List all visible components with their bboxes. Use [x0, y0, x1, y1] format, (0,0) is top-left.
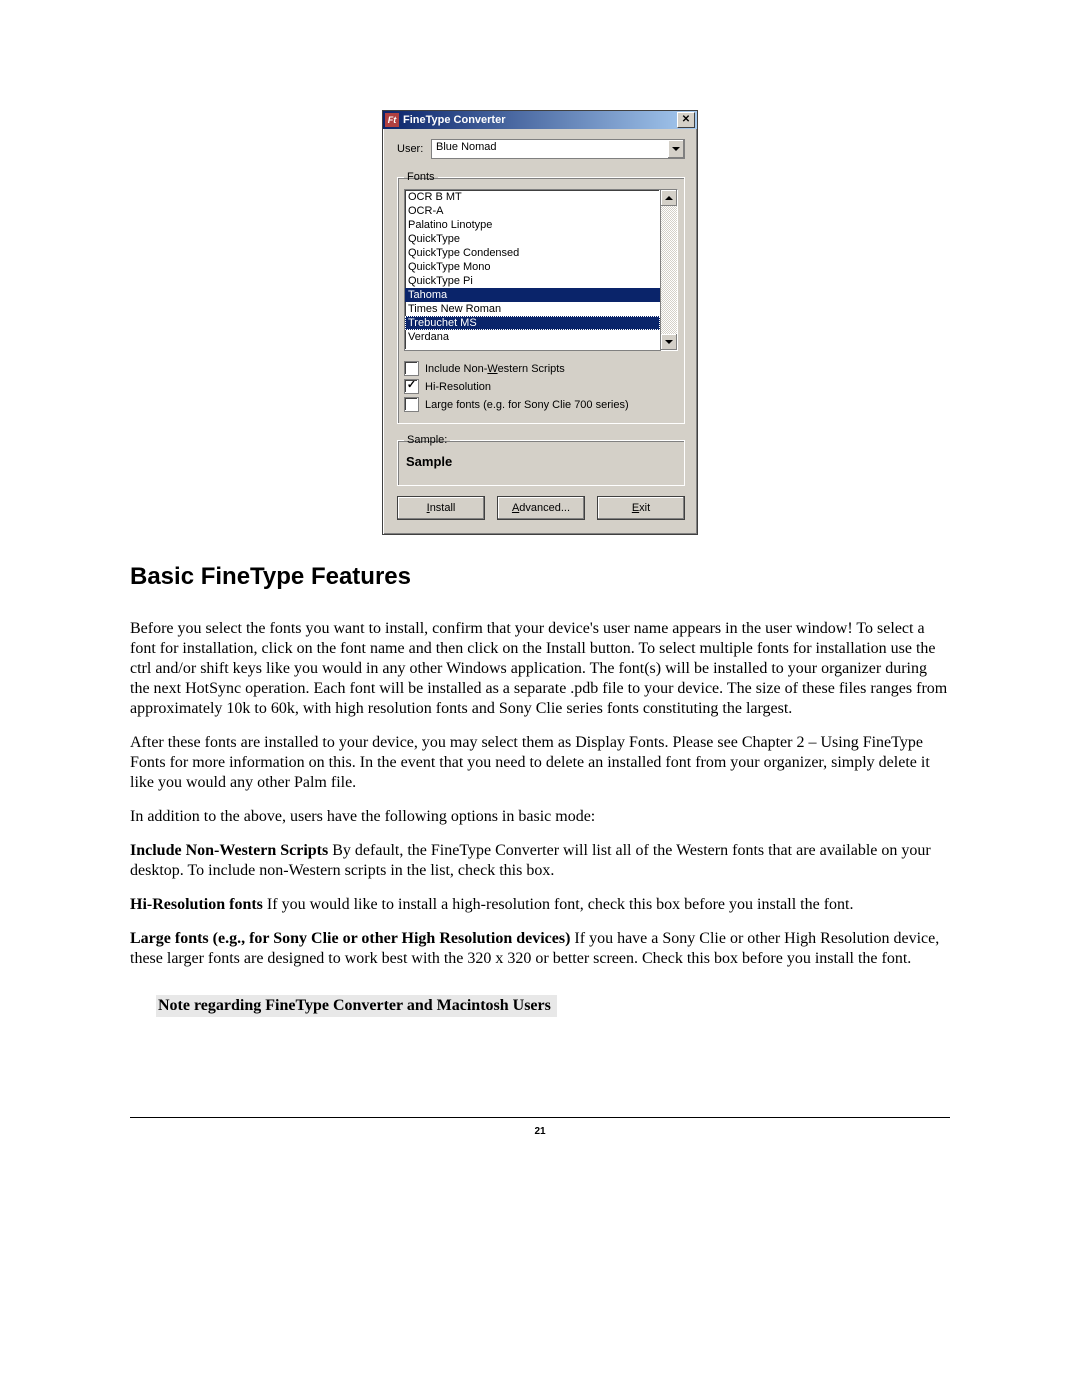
checkbox[interactable]: [404, 397, 419, 412]
body-paragraph: Hi-Resolution fonts If you would like to…: [130, 895, 950, 915]
install-button[interactable]: Install: [397, 496, 485, 520]
list-item[interactable]: Tahoma: [405, 288, 660, 302]
user-label: User:: [397, 143, 431, 155]
scrollbar-track[interactable]: [661, 206, 677, 334]
fonts-legend: Fonts: [404, 171, 438, 183]
list-item[interactable]: Palatino Linotype: [405, 218, 660, 232]
body-paragraph: Include Non-Western Scripts By default, …: [130, 841, 950, 881]
footer-rule: [130, 1117, 950, 1118]
list-item[interactable]: QuickType Pi: [405, 274, 660, 288]
checkbox[interactable]: [404, 379, 419, 394]
fonts-group: Fonts OCR B MTOCR-APalatino LinotypeQuic…: [397, 171, 685, 424]
scroll-down-icon[interactable]: [661, 334, 677, 350]
window-title: FineType Converter: [403, 114, 677, 126]
checkbox-row[interactable]: Large fonts (e.g. for Sony Clie 700 seri…: [404, 397, 678, 412]
user-combobox[interactable]: Blue Nomad: [431, 139, 685, 159]
list-item[interactable]: Trebuchet MS: [405, 316, 660, 330]
page-number: 21: [130, 1126, 950, 1137]
list-item[interactable]: QuickType Mono: [405, 260, 660, 274]
advanced-button[interactable]: Advanced...: [497, 496, 585, 520]
body-paragraph: In addition to the above, users have the…: [130, 807, 950, 827]
scrollbar[interactable]: [661, 189, 678, 351]
list-item[interactable]: QuickType: [405, 232, 660, 246]
list-item[interactable]: QuickType Condensed: [405, 246, 660, 260]
list-item[interactable]: Verdana: [405, 330, 660, 344]
close-icon[interactable]: ✕: [677, 112, 695, 128]
body-paragraph: Large fonts (e.g., for Sony Clie or othe…: [130, 929, 950, 969]
list-item[interactable]: OCR B MT: [405, 190, 660, 204]
sample-text: Sample: [404, 452, 678, 477]
scroll-up-icon[interactable]: [661, 190, 677, 206]
body-paragraph: Before you select the fonts you want to …: [130, 619, 950, 719]
chevron-down-icon[interactable]: [667, 140, 684, 158]
body-paragraph: After these fonts are installed to your …: [130, 733, 950, 793]
finetype-converter-dialog: Ft FineType Converter ✕ User: Blue Nomad…: [382, 110, 698, 535]
exit-button[interactable]: Exit: [597, 496, 685, 520]
checkbox-row[interactable]: Hi-Resolution: [404, 379, 678, 394]
list-item[interactable]: Times New Roman: [405, 302, 660, 316]
sample-legend: Sample:: [404, 434, 450, 446]
app-icon: Ft: [385, 113, 399, 127]
checkbox-row[interactable]: Include Non-Western Scripts: [404, 361, 678, 376]
checkbox-label: Include Non-Western Scripts: [425, 363, 565, 375]
options-checks: Include Non-Western Scripts Hi-Resolution…: [404, 361, 678, 412]
section-heading: Basic FineType Features: [130, 563, 950, 591]
checkbox-label: Hi-Resolution: [425, 381, 491, 393]
fonts-listbox[interactable]: OCR B MTOCR-APalatino LinotypeQuickTypeQ…: [404, 189, 661, 351]
user-value: Blue Nomad: [432, 140, 667, 158]
note-heading: Note regarding FineType Converter and Ma…: [156, 995, 557, 1017]
checkbox-label: Large fonts (e.g. for Sony Clie 700 seri…: [425, 399, 629, 411]
titlebar: Ft FineType Converter ✕: [383, 111, 697, 129]
list-item[interactable]: OCR-A: [405, 204, 660, 218]
sample-group: Sample: Sample: [397, 434, 685, 486]
checkbox[interactable]: [404, 361, 419, 376]
